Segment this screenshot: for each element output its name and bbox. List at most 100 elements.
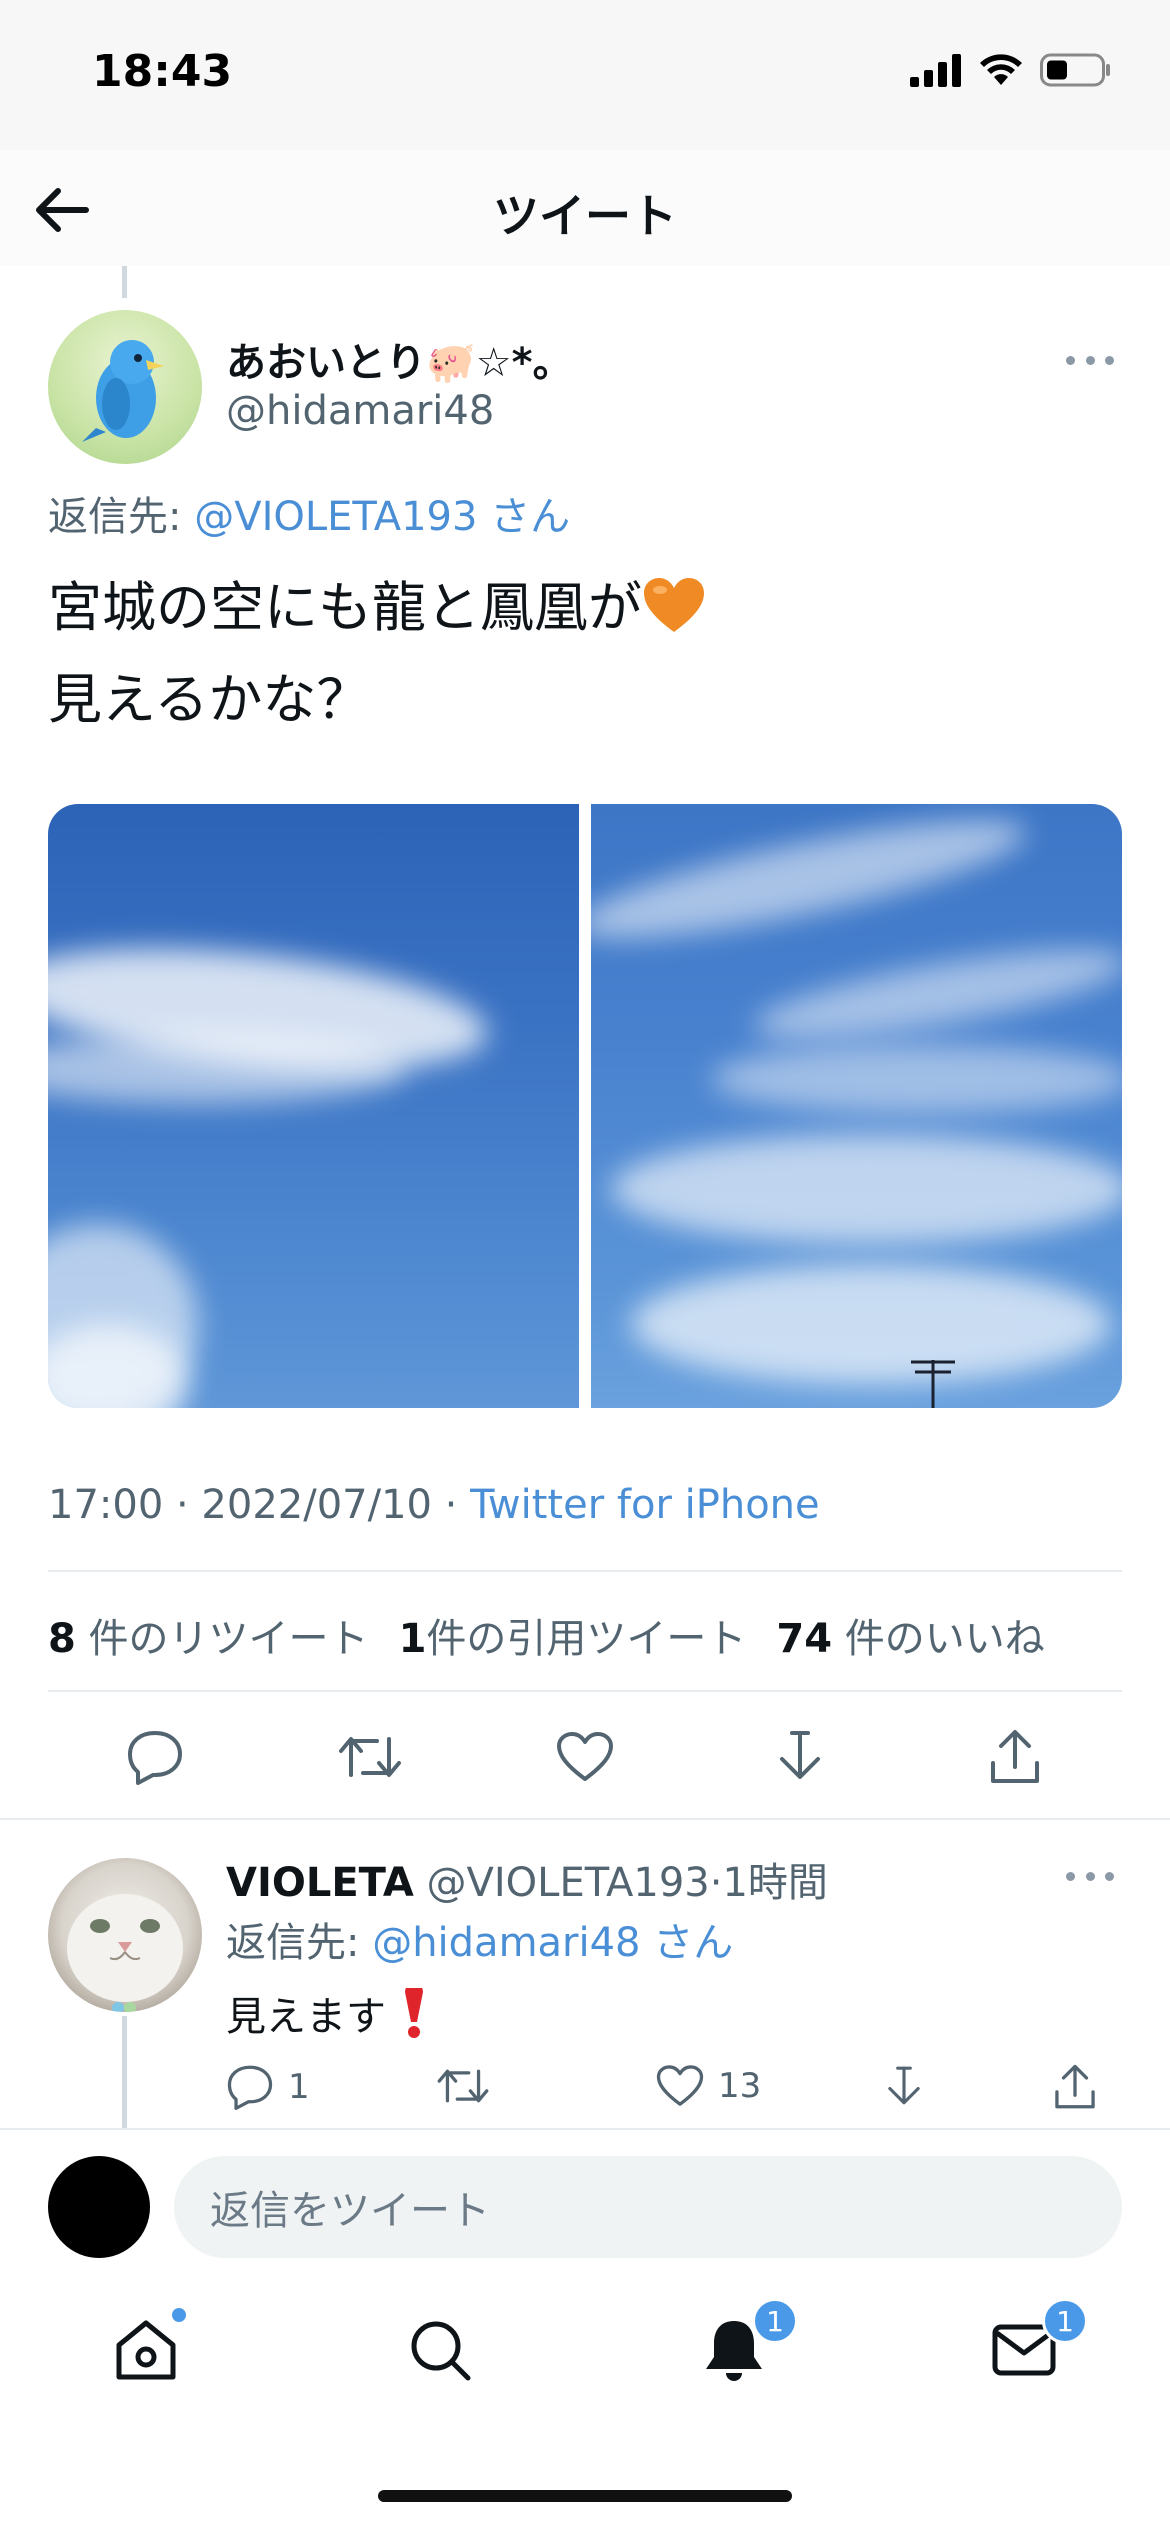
reply-to-mention-link[interactable]: @VIOLETA193 bbox=[194, 494, 477, 540]
reply-icon bbox=[227, 2065, 273, 2110]
reply-time: ·1時間 bbox=[709, 1860, 828, 1906]
share-button[interactable] bbox=[980, 1722, 1050, 1792]
reply-author-name[interactable]: VIOLETA bbox=[226, 1860, 414, 1906]
tweet-stats: 8 件のリツイート 1件の引用ツイート 74 件のいいね bbox=[48, 1606, 1045, 1664]
like-stat[interactable]: 74 件のいいね bbox=[776, 1606, 1044, 1664]
orange-heart-icon bbox=[644, 578, 704, 632]
reply-like-button[interactable]: 13 bbox=[656, 2064, 761, 2108]
heart-icon bbox=[656, 2065, 704, 2106]
reply-text: 見えます bbox=[226, 1984, 429, 2042]
status-icons bbox=[910, 52, 1112, 88]
reply-to-suffix: さん bbox=[640, 1920, 734, 1966]
thread-connector-bottom bbox=[122, 2016, 127, 2136]
reply-reply-button[interactable]: 1 bbox=[226, 2064, 310, 2110]
more-dot bbox=[1066, 1871, 1075, 1881]
reply-more-button[interactable] bbox=[1066, 1866, 1114, 1886]
share-icon bbox=[1055, 2064, 1095, 2109]
home-new-dot bbox=[170, 2306, 188, 2324]
status-bar: 18:43 bbox=[0, 0, 1170, 150]
utility-pole-icon bbox=[911, 1360, 955, 1408]
cloud-shape bbox=[711, 1044, 1122, 1114]
reply-text-body: 見えます bbox=[226, 1994, 386, 2040]
compose-placeholder: 返信をツイート bbox=[210, 2188, 490, 2234]
reply-share-button[interactable] bbox=[1052, 2064, 1098, 2110]
reply-header: VIOLETA @VIOLETA193·1時間 bbox=[226, 1850, 828, 1908]
tweet-media[interactable] bbox=[48, 804, 1122, 1408]
compose-bar: 返信をツイート bbox=[0, 2130, 1170, 2270]
retweet-icon bbox=[437, 2069, 489, 2103]
thread-connector-top bbox=[122, 266, 127, 298]
cloud-shape bbox=[631, 1264, 1111, 1384]
retweet-icon bbox=[339, 1737, 402, 1777]
status-time: 18:43 bbox=[92, 46, 233, 97]
tweet-text: 宮城の空にも龍と鳳凰が 見えるかな？ bbox=[48, 562, 706, 746]
retweet-label: 件のリツイート bbox=[75, 1616, 369, 1662]
nav-header: ツイート bbox=[0, 150, 1170, 266]
cloud-shape bbox=[611, 1134, 1122, 1244]
page-title: ツイート bbox=[493, 189, 677, 243]
cellular-signal-icon bbox=[910, 54, 961, 87]
current-user-avatar[interactable] bbox=[48, 2156, 150, 2258]
arrow-down-icon bbox=[888, 2066, 920, 2105]
divider bbox=[48, 1690, 1122, 1692]
tweet-action-bar bbox=[48, 1712, 1122, 1802]
quote-count: 1 bbox=[398, 1616, 427, 1662]
more-dot bbox=[1105, 1871, 1114, 1881]
reply-to-prefix: 返信先: bbox=[226, 1920, 373, 1966]
author-avatar[interactable] bbox=[48, 310, 202, 464]
reply-bookmark-button[interactable] bbox=[882, 2064, 926, 2110]
reply-reply-to-line: 返信先: @hidamari48 さん bbox=[226, 1910, 733, 1968]
quote-stat[interactable]: 1件の引用ツイート bbox=[399, 1606, 747, 1664]
reply-to-prefix: 返信先: bbox=[48, 494, 195, 540]
tweet-more-button[interactable] bbox=[1066, 350, 1114, 370]
author-handle[interactable]: @hidamari48 bbox=[226, 388, 494, 434]
reply-author-avatar[interactable] bbox=[48, 1858, 202, 2012]
tweet-time: 17:00 · 2022/07/10 · bbox=[48, 1482, 471, 1528]
home-icon bbox=[116, 2320, 176, 2380]
like-label: 件のいいね bbox=[832, 1616, 1045, 1662]
battery-icon bbox=[1040, 53, 1110, 87]
reply-author-handle[interactable]: @VIOLETA193 bbox=[414, 1860, 710, 1906]
bookmark-download-button[interactable] bbox=[765, 1722, 835, 1792]
like-button[interactable] bbox=[550, 1722, 620, 1792]
reply-reply-count: 1 bbox=[288, 2067, 310, 2107]
tweet-text-line1: 宮城の空にも龍と鳳凰が bbox=[48, 576, 642, 639]
retweet-button[interactable] bbox=[335, 1722, 405, 1792]
retweet-stat[interactable]: 8 件のリツイート bbox=[48, 1606, 369, 1664]
reply-retweet-button[interactable] bbox=[436, 2064, 490, 2108]
tweet-source-link[interactable]: Twitter for iPhone bbox=[470, 1482, 820, 1528]
cloud-shape bbox=[591, 804, 1034, 962]
reply-to-suffix: さん bbox=[477, 494, 571, 540]
tab-messages[interactable]: 1 bbox=[984, 2298, 1088, 2390]
more-dot bbox=[1066, 355, 1075, 365]
messages-badge: 1 bbox=[1042, 2298, 1088, 2344]
tweet-timestamp-line: 17:00 · 2022/07/10 · Twitter for iPhone bbox=[48, 1482, 820, 1528]
tab-home[interactable] bbox=[106, 2306, 188, 2390]
cloud-shape bbox=[748, 931, 1122, 1057]
tweet-text-line2: 見えるかな？ bbox=[48, 668, 371, 731]
like-count: 74 bbox=[776, 1616, 833, 1662]
reply-to-mention-link[interactable]: @hidamari48 bbox=[372, 1920, 640, 1966]
divider bbox=[0, 1818, 1170, 1820]
reply-action-bar: 1 13 bbox=[226, 2064, 1106, 2120]
reply-button[interactable] bbox=[120, 1722, 190, 1792]
reply-compose-input[interactable]: 返信をツイート bbox=[174, 2156, 1122, 2258]
reply-to-line: 返信先: @VIOLETA193 さん bbox=[48, 484, 570, 542]
reply-like-count: 13 bbox=[718, 2066, 762, 2106]
tab-search[interactable] bbox=[400, 2310, 480, 2390]
cat-avatar-icon bbox=[67, 1894, 183, 2012]
bluebird-avatar-icon bbox=[82, 340, 164, 442]
sky-photo-1[interactable] bbox=[48, 804, 579, 1408]
share-icon bbox=[990, 1730, 1039, 1783]
more-dot bbox=[1085, 1871, 1095, 1881]
quote-label: 件の引用ツイート bbox=[426, 1616, 747, 1662]
tab-notifications[interactable]: 1 bbox=[694, 2298, 798, 2390]
search-icon bbox=[411, 2321, 471, 2381]
author-name[interactable]: あおいとり🐖☆*。 bbox=[226, 330, 573, 388]
heart-icon bbox=[556, 1732, 613, 1781]
sky-photo-2[interactable] bbox=[591, 804, 1122, 1408]
more-dot bbox=[1085, 355, 1095, 365]
arrow-down-icon bbox=[779, 1731, 820, 1779]
more-dot bbox=[1105, 355, 1114, 365]
home-indicator bbox=[378, 2490, 792, 2502]
